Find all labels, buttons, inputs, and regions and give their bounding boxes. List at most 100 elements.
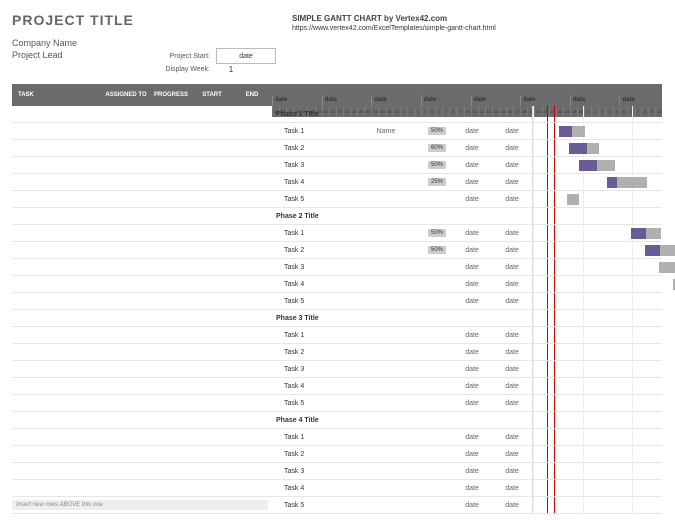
progress-cell[interactable]: 50% [410, 161, 452, 169]
task-row[interactable]: Task 5 datedate [12, 395, 662, 412]
end-date[interactable]: date [492, 502, 532, 509]
task-name[interactable]: Task 2 [272, 349, 362, 356]
start-date[interactable]: date [452, 247, 492, 254]
start-date[interactable]: date [452, 128, 492, 135]
task-name[interactable]: Task 1 [272, 434, 362, 441]
task-name[interactable]: Task 4 [272, 179, 362, 186]
credit-link[interactable]: https://www.vertex42.com/ExcelTemplates/… [292, 25, 496, 32]
start-date[interactable]: date [452, 281, 492, 288]
task-name[interactable]: Task 5 [272, 502, 362, 509]
end-date[interactable]: date [492, 434, 532, 441]
task-row[interactable]: Task 4 datedate [12, 480, 662, 497]
start-date[interactable]: date [452, 502, 492, 509]
task-row[interactable]: Task 1Name50%datedate [12, 123, 662, 140]
task-row[interactable]: Task 1 datedate [12, 429, 662, 446]
task-row[interactable]: Task 5 datedate [12, 293, 662, 310]
end-date[interactable]: date [492, 128, 532, 135]
start-date[interactable]: date [452, 230, 492, 237]
task-row[interactable]: Task 425%datedate [12, 174, 662, 191]
end-date[interactable]: date [492, 264, 532, 271]
task-row[interactable]: Task 2 datedate [12, 344, 662, 361]
start-date[interactable]: date [452, 179, 492, 186]
end-date[interactable]: date [492, 162, 532, 169]
task-name[interactable]: Task 5 [272, 298, 362, 305]
start-date[interactable]: date [452, 400, 492, 407]
end-date[interactable]: date [492, 247, 532, 254]
end-date[interactable]: date [492, 196, 532, 203]
start-date[interactable]: date [452, 383, 492, 390]
task-name[interactable]: Task 4 [272, 281, 362, 288]
task-name[interactable]: Task 4 [272, 485, 362, 492]
task-row[interactable]: Task 1 50% datedate [12, 225, 662, 242]
assigned-to[interactable]: Name [362, 128, 410, 135]
end-date[interactable]: date [492, 383, 532, 390]
end-date[interactable]: date [492, 468, 532, 475]
end-date[interactable]: date [492, 281, 532, 288]
start-date[interactable]: date [452, 366, 492, 373]
task-name[interactable]: Task 2 [272, 247, 362, 254]
phase-header[interactable]: Phase 4 Title [12, 412, 662, 429]
progress-cell[interactable]: 50% [410, 127, 452, 135]
task-row[interactable]: Task 260%datedate [12, 140, 662, 157]
task-row[interactable]: Task 350%datedate [12, 157, 662, 174]
task-row[interactable]: Task 4 datedate [12, 276, 662, 293]
start-date[interactable]: date [452, 468, 492, 475]
end-date[interactable]: date [492, 298, 532, 305]
start-date[interactable]: date [452, 298, 492, 305]
progress-cell[interactable]: 25% [410, 178, 452, 186]
start-date[interactable]: date [452, 485, 492, 492]
start-date[interactable]: date [452, 145, 492, 152]
progress-badge: 50% [428, 229, 446, 237]
progress-cell[interactable]: 50% [410, 246, 452, 254]
task-row[interactable]: Task 4 datedate [12, 378, 662, 395]
project-start-input[interactable]: date [216, 48, 276, 64]
end-date[interactable]: date [492, 230, 532, 237]
task-name[interactable]: Task 3 [272, 162, 362, 169]
gantt-bar[interactable] [567, 194, 579, 205]
start-date[interactable]: date [452, 196, 492, 203]
task-name[interactable]: Task 3 [272, 366, 362, 373]
task-name[interactable]: Task 2 [272, 451, 362, 458]
gantt-cell [532, 446, 662, 462]
task-name[interactable]: Task 3 [272, 264, 362, 271]
task-row[interactable]: Task 250%datedate [12, 242, 662, 259]
progress-cell[interactable]: 50% [410, 229, 452, 237]
end-date[interactable]: date [492, 451, 532, 458]
task-name[interactable]: Task 1 [272, 128, 362, 135]
gantt-bar[interactable] [659, 262, 675, 273]
task-name[interactable]: Task 3 [272, 468, 362, 475]
end-date[interactable]: date [492, 349, 532, 356]
phase-header[interactable]: Phase 3 Title [12, 310, 662, 327]
task-name[interactable]: Task 5 [272, 196, 362, 203]
task-row[interactable]: Task 3 datedate [12, 361, 662, 378]
task-row[interactable]: Task 3 datedate [12, 463, 662, 480]
start-date[interactable]: date [452, 162, 492, 169]
task-name[interactable]: Task 4 [272, 383, 362, 390]
start-date[interactable]: date [452, 451, 492, 458]
company-name[interactable]: Company Name [12, 38, 667, 48]
phase-header[interactable]: Phase 2 Title [12, 208, 662, 225]
end-date[interactable]: date [492, 366, 532, 373]
display-week-input[interactable]: 1 [216, 65, 246, 74]
start-date[interactable]: date [452, 264, 492, 271]
start-date[interactable]: date [452, 349, 492, 356]
phase-header[interactable]: Phase 1 Title [12, 106, 662, 123]
start-date[interactable]: date [452, 434, 492, 441]
progress-cell[interactable]: 60% [410, 144, 452, 152]
gantt-cell [532, 378, 662, 394]
end-date[interactable]: date [492, 485, 532, 492]
end-date[interactable]: date [492, 400, 532, 407]
task-row[interactable]: Task 5 datedate [12, 191, 662, 208]
task-row[interactable]: Task 1 datedate [12, 327, 662, 344]
task-name[interactable]: Task 2 [272, 145, 362, 152]
start-date[interactable]: date [452, 332, 492, 339]
end-date[interactable]: date [492, 332, 532, 339]
task-name[interactable]: Task 1 [272, 332, 362, 339]
end-date[interactable]: date [492, 145, 532, 152]
task-row[interactable]: Task 3 datedate [12, 259, 662, 276]
task-name[interactable]: Task 5 [272, 400, 362, 407]
project-lead[interactable]: Project Lead [12, 50, 667, 60]
end-date[interactable]: date [492, 179, 532, 186]
task-row[interactable]: Task 2 datedate [12, 446, 662, 463]
task-name[interactable]: Task 1 [272, 230, 362, 237]
